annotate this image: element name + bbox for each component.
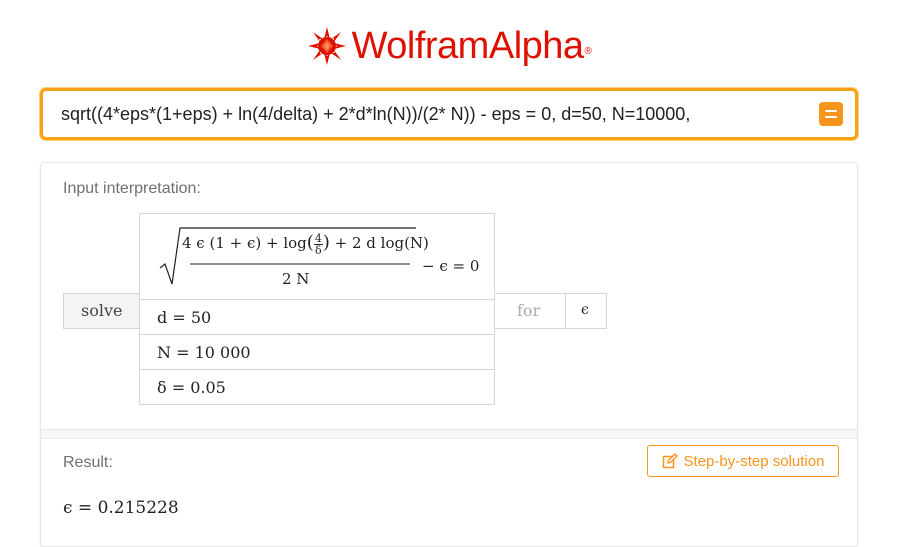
condition-row: d = 50 — [139, 299, 495, 335]
search-bar — [40, 88, 858, 140]
inner-frac-numerator: 4 — [313, 231, 323, 245]
result-value: ϵ = 0.215228 — [63, 498, 179, 518]
solve-cell: solve — [63, 293, 140, 329]
solve-label: solve — [81, 301, 123, 320]
equation-cell: 4 ϵ (1 + ϵ) + log(4 δ) + 2 d log(N) 2 N −… — [139, 213, 495, 300]
pod-divider — [41, 429, 857, 439]
input-interpretation-title: Input interpretation: — [63, 180, 201, 197]
compute-button[interactable] — [819, 102, 843, 126]
equation-rhs: − ϵ = 0 — [422, 257, 480, 275]
variable-label: ϵ — [581, 302, 589, 318]
condition-d: d = 50 — [157, 308, 212, 327]
edit-pencil-icon — [662, 453, 678, 469]
condition-row: N = 10 000 — [139, 334, 495, 370]
condition-row: δ = 0.05 — [139, 369, 495, 405]
result-title: Result: — [63, 454, 113, 471]
step-by-step-button[interactable]: Step-by-step solution — [647, 445, 839, 477]
search-input[interactable] — [61, 91, 777, 137]
inner-frac-denominator: δ — [315, 243, 322, 257]
logo-text: WolframAlpha® — [351, 25, 592, 67]
numerator-part-a: 4 ϵ (1 + ϵ) + log — [182, 234, 307, 252]
step-by-step-label: Step-by-step solution — [683, 452, 825, 470]
variable-cell: ϵ — [565, 293, 607, 329]
registered-mark: ® — [584, 46, 592, 57]
logo[interactable]: WolframAlpha® — [0, 22, 897, 70]
equal-sign-icon-bar — [825, 116, 837, 118]
condition-n: N = 10 000 — [157, 343, 251, 362]
numerator-part-b: + 2 d log(N) — [334, 234, 429, 252]
equal-sign-icon — [825, 110, 837, 112]
for-cell: for — [494, 293, 566, 329]
for-label: for — [517, 301, 541, 320]
wolfram-spikey-icon — [307, 27, 346, 65]
equation-numerator: 4 ϵ (1 + ϵ) + log(4 δ) + 2 d log(N) — [182, 231, 429, 257]
inner-fraction: 4δ — [313, 231, 323, 257]
results-card: Input interpretation: solve 4 ϵ (1 + ϵ) … — [40, 162, 858, 547]
equation-denominator: 2 N — [282, 270, 310, 288]
condition-delta: δ = 0.05 — [157, 378, 226, 397]
